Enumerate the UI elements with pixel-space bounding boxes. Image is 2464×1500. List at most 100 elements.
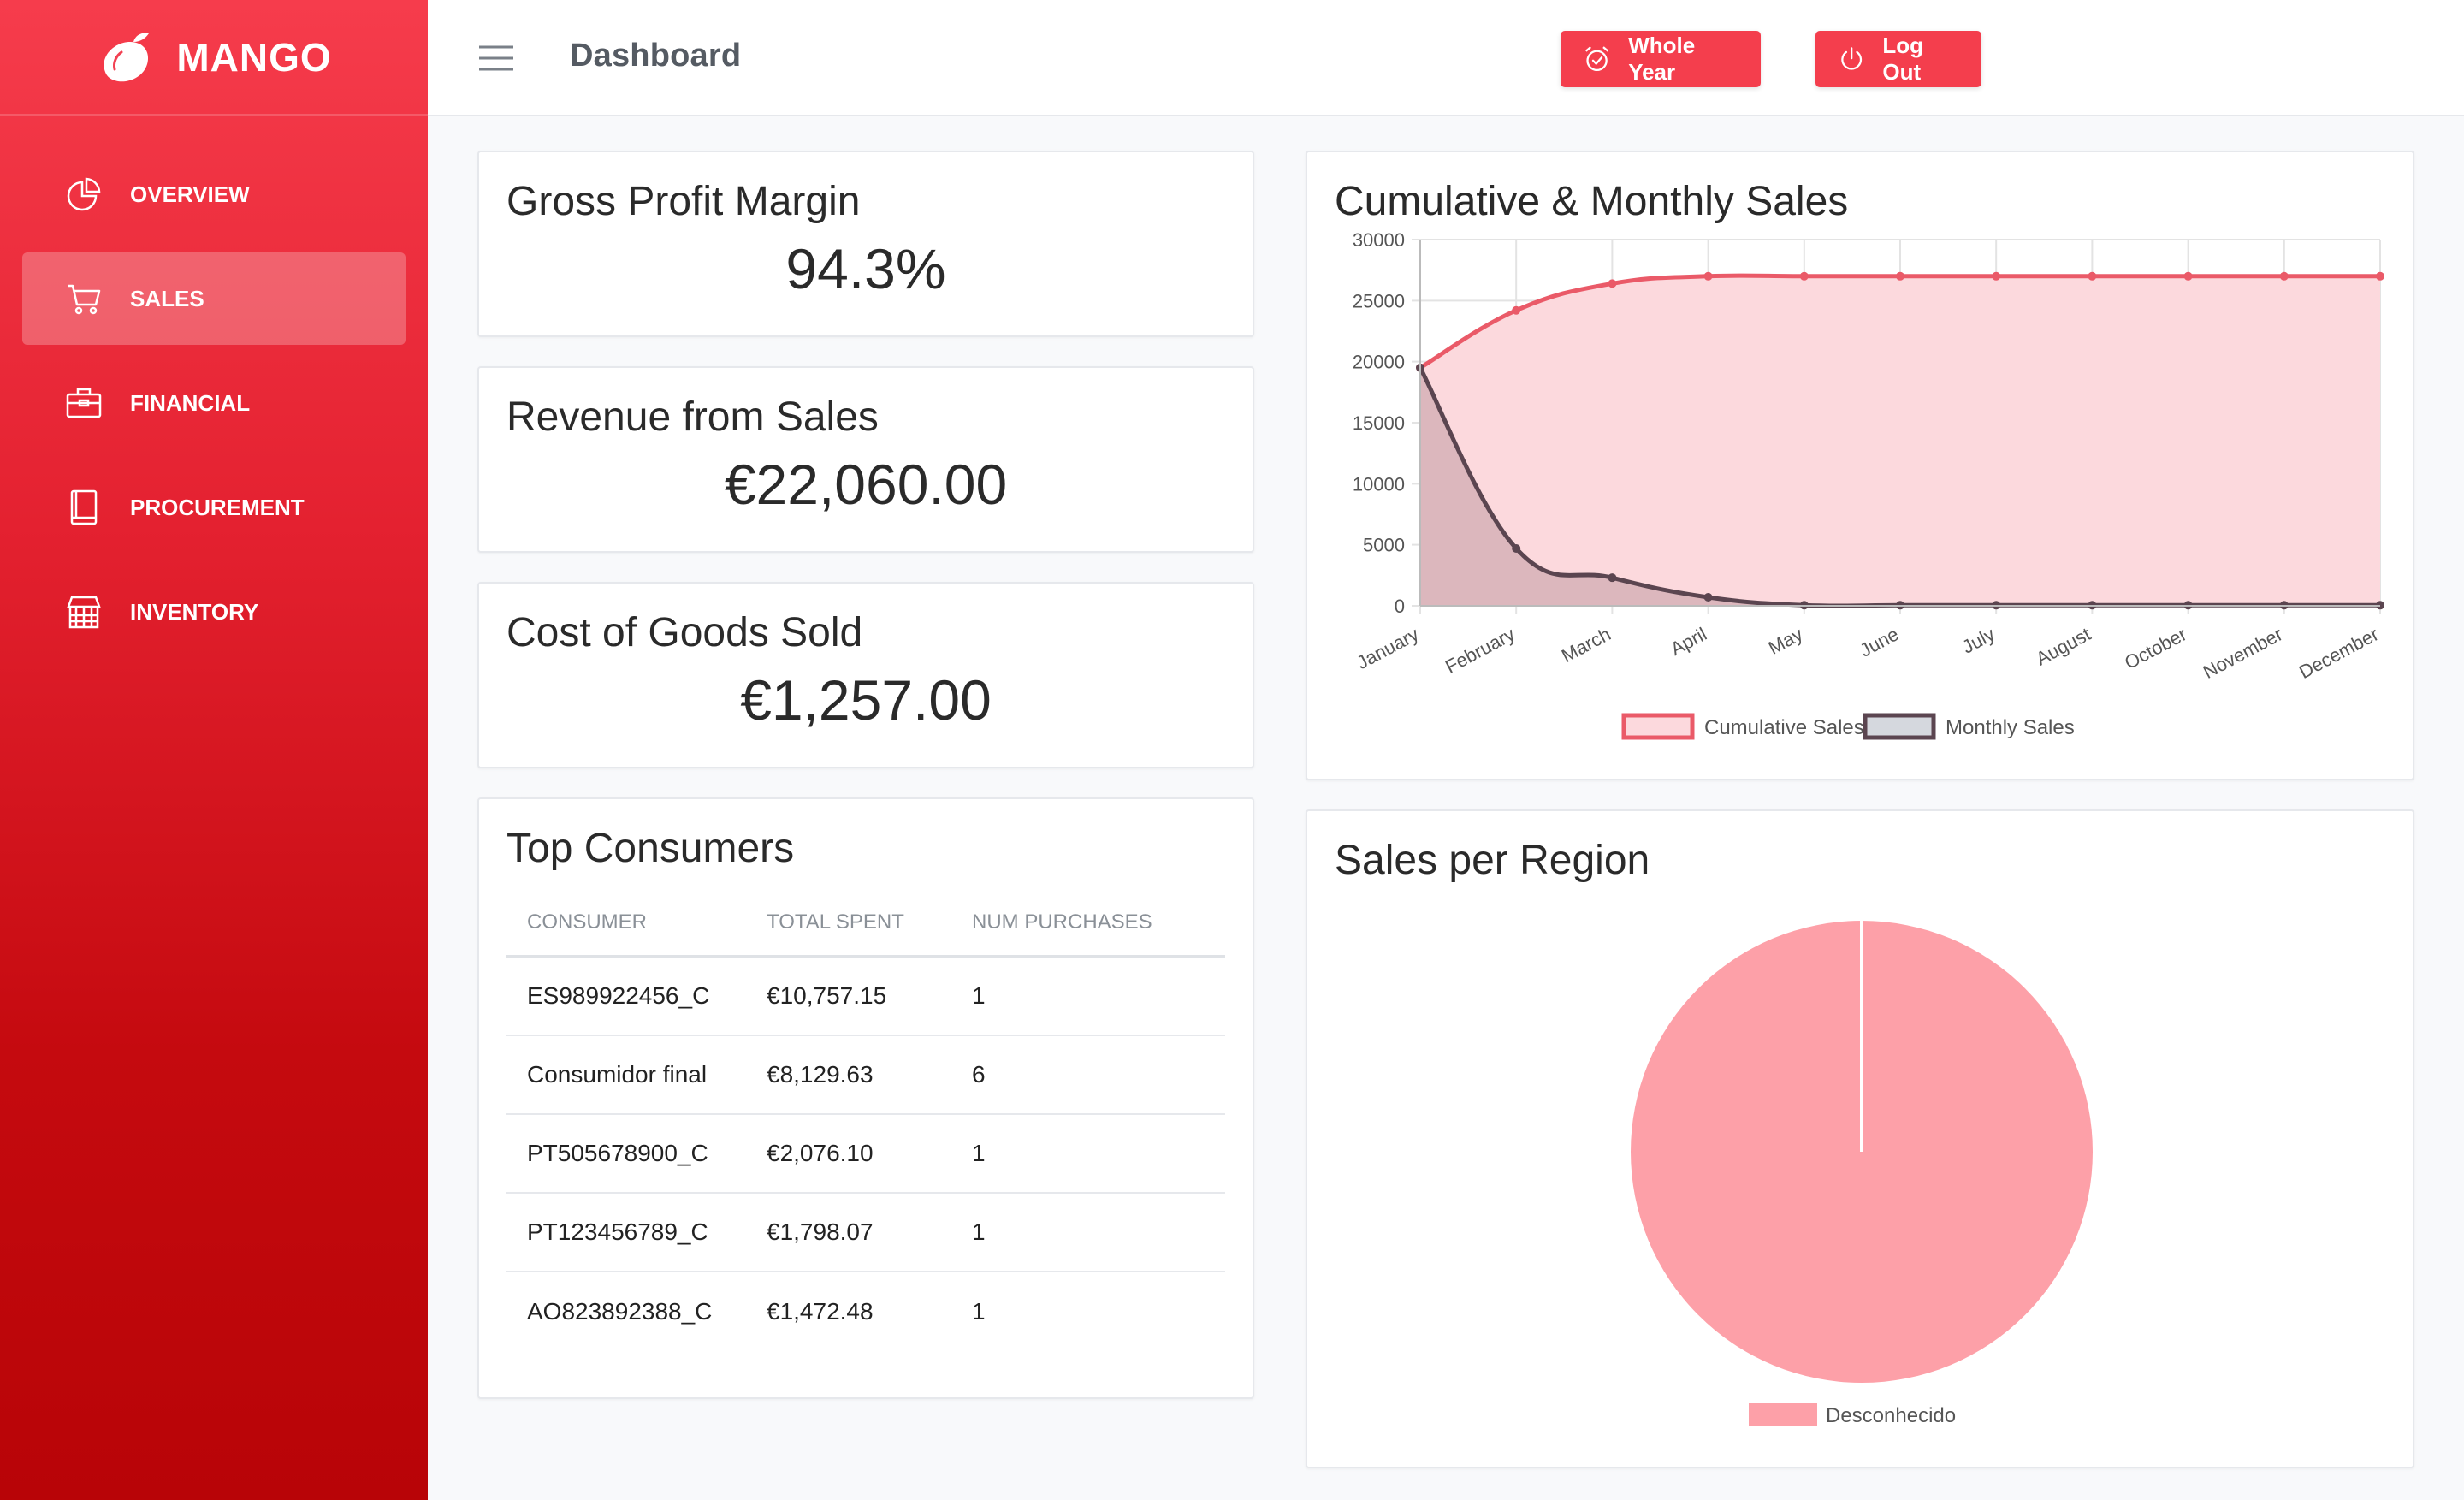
- cogs-title: Cost of Goods Sold: [506, 610, 863, 655]
- table-row[interactable]: ES989922456_C €10,757.15 1: [506, 958, 1225, 1036]
- sales-chart-card: Cumulative & Monthly Sales 0 5000 10000 150…: [1306, 151, 2414, 780]
- sales-line-chart: 0 5000 10000 15000 20000 25000 30000 January Feb…: [1353, 229, 2384, 740]
- num-purchases-cell: 1: [972, 1298, 986, 1325]
- briefcase-icon: [66, 388, 102, 418]
- sidebar-item-financial[interactable]: FINANCIAL: [22, 357, 406, 449]
- topbar: Dashboard: [428, 0, 2464, 116]
- gross-profit-title: Gross Profit Margin: [506, 179, 861, 224]
- table-row[interactable]: PT505678900_C €2,076.10 1: [506, 1115, 1225, 1194]
- data-point: [1608, 573, 1617, 583]
- book-icon: [70, 489, 98, 525]
- x-tick-label: April: [1667, 623, 1710, 660]
- data-point: [1512, 305, 1521, 315]
- column-header[interactable]: TOTAL SPENT: [767, 910, 972, 934]
- whole-year-button[interactable]: Whole Year: [1561, 31, 1761, 87]
- data-point: [1896, 271, 1904, 281]
- total-spent-cell: €8,129.63: [767, 1061, 874, 1088]
- total-spent-cell: €10,757.15: [767, 982, 887, 1009]
- legend-swatch: [1863, 713, 1936, 740]
- total-spent-cell: €2,076.10: [767, 1140, 874, 1166]
- x-tick-label: November: [2200, 623, 2286, 683]
- cogs-value: €1,257.00: [740, 668, 992, 732]
- sidebar-item-label: SALES: [130, 285, 204, 311]
- num-purchases-cell: 6: [972, 1061, 986, 1088]
- cogs-card: Cost of Goods Sold €1,257.00: [477, 582, 1254, 768]
- data-point: [2088, 271, 2097, 281]
- y-tick-label: 20000: [1353, 352, 1405, 373]
- sidebar-item-overview[interactable]: OVERVIEW: [22, 148, 406, 240]
- store-icon: [67, 596, 101, 629]
- hamburger-menu-icon[interactable]: [479, 44, 513, 72]
- series-area: [1420, 276, 2380, 606]
- num-purchases-cell: 1: [972, 1140, 986, 1166]
- table-row[interactable]: AO823892388_C €1,472.48 1: [506, 1272, 1225, 1351]
- num-purchases-cell: 1: [972, 1218, 986, 1245]
- column-header[interactable]: CONSUMER: [506, 910, 767, 934]
- data-point: [2376, 271, 2384, 281]
- revenue-card: Revenue from Sales €22,060.00: [477, 366, 1254, 553]
- top-consumers-card: Top Consumers CONSUMER TOTAL SPENT NUM P…: [477, 797, 1254, 1399]
- x-tick-label: May: [1765, 623, 1806, 659]
- x-tick-label: July: [1958, 623, 1998, 657]
- brand[interactable]: MANGO: [0, 0, 428, 116]
- sidebar-item-label: OVERVIEW: [130, 181, 250, 207]
- consumer-cell: PT505678900_C: [527, 1140, 708, 1166]
- whole-year-label: Whole Year: [1628, 33, 1696, 85]
- gross-profit-card: Gross Profit Margin 94.3%: [477, 151, 1254, 337]
- sidebar-nav: OVERVIEW SALES FINANCIAL PROCUREMENT INV…: [22, 148, 406, 670]
- consumer-cell: PT123456789_C: [527, 1218, 708, 1245]
- x-tick-label: February: [1442, 623, 1518, 677]
- x-tick-label: August: [2033, 623, 2094, 669]
- num-purchases-cell: 1: [972, 982, 986, 1009]
- consumer-cell: ES989922456_C: [527, 982, 710, 1009]
- data-point: [2183, 271, 2193, 281]
- top-consumers-table: CONSUMER TOTAL SPENT NUM PURCHASES ES989…: [506, 889, 1225, 1351]
- data-point: [1799, 271, 1809, 281]
- table-row[interactable]: Consumidor final €8,129.63 6: [506, 1036, 1225, 1115]
- total-spent-cell: €1,472.48: [767, 1298, 874, 1325]
- region-chart-card: Sales per Region Desconhecido: [1306, 809, 2414, 1468]
- x-tick-label: June: [1856, 623, 1902, 661]
- y-tick-label: 25000: [1353, 290, 1405, 311]
- sidebar-item-label: PROCUREMENT: [130, 494, 305, 520]
- table-row[interactable]: PT123456789_C €1,798.07 1: [506, 1194, 1225, 1272]
- power-icon: [1841, 47, 1863, 70]
- consumer-cell: Consumidor final: [527, 1061, 708, 1088]
- data-point: [1512, 543, 1521, 553]
- column-header[interactable]: NUM PURCHASES: [972, 910, 1225, 934]
- data-point: [1992, 271, 2001, 281]
- sidebar-item-procurement[interactable]: PROCUREMENT: [22, 461, 406, 554]
- brand-name: MANGO: [176, 34, 332, 80]
- data-point: [1703, 271, 1713, 281]
- data-point: [1703, 593, 1713, 602]
- page-title: Dashboard: [570, 38, 742, 74]
- y-tick-label: 0: [1395, 596, 1405, 617]
- total-spent-cell: €1,798.07: [767, 1218, 874, 1245]
- y-tick-label: 5000: [1363, 535, 1405, 556]
- cart-icon: [68, 284, 101, 315]
- sidebar-item-sales[interactable]: SALES: [22, 252, 406, 345]
- pie-chart-icon: [67, 177, 101, 211]
- sales-region-pie-chart: Desconhecido: [1631, 921, 2093, 1427]
- alarm-clock-icon: [1584, 46, 1609, 72]
- legend-label: Desconhecido: [1826, 1404, 1956, 1427]
- x-tick-label: January: [1353, 623, 1422, 673]
- sidebar-item-label: INVENTORY: [130, 598, 259, 625]
- legend-swatch: [1749, 1403, 1817, 1426]
- revenue-title: Revenue from Sales: [506, 394, 879, 440]
- sidebar-item-label: FINANCIAL: [130, 389, 251, 416]
- sidebar-item-inventory[interactable]: INVENTORY: [22, 566, 406, 658]
- consumer-cell: AO823892388_C: [527, 1298, 713, 1325]
- log-out-button[interactable]: Log Out: [1815, 31, 1981, 87]
- table-header: CONSUMER TOTAL SPENT NUM PURCHASES: [506, 889, 1225, 958]
- y-tick-label: 15000: [1353, 412, 1405, 434]
- x-tick-label: December: [2295, 623, 2382, 683]
- log-out-label: Log Out: [1882, 33, 1924, 85]
- data-point: [2279, 271, 2289, 281]
- mango-logo-icon: [104, 32, 150, 81]
- legend-swatch: [1621, 713, 1695, 740]
- legend-label: Monthly Sales: [1946, 716, 2075, 739]
- y-tick-label: 10000: [1353, 473, 1405, 495]
- top-consumers-title: Top Consumers: [506, 826, 795, 871]
- data-point: [1608, 279, 1617, 288]
